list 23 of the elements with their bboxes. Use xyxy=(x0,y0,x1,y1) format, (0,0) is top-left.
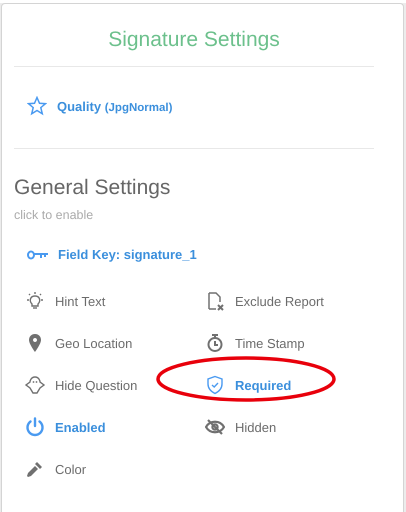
setting-toggle[interactable]: Time Stamp xyxy=(235,336,305,350)
star-icon xyxy=(27,96,47,116)
hint-text: click to enable xyxy=(14,208,94,222)
eyedropper-icon xyxy=(25,459,45,479)
ghost-icon xyxy=(25,375,45,395)
setting-toggle[interactable]: Exclude Report xyxy=(235,294,324,308)
setting-toggle[interactable]: Geo Location xyxy=(55,336,132,350)
quality-link[interactable]: Quality (JpgNormal) xyxy=(57,99,172,114)
power-icon xyxy=(25,417,45,437)
shield-check-icon xyxy=(205,375,225,395)
setting-toggle[interactable]: Enabled xyxy=(55,420,106,434)
lightbulb-icon xyxy=(25,291,45,311)
setting-toggle[interactable]: Required xyxy=(235,378,292,392)
stopwatch-icon xyxy=(205,333,225,353)
panel-title: Signature Settings xyxy=(107,27,281,53)
key-icon xyxy=(27,250,49,260)
setting-toggle[interactable]: Hidden xyxy=(235,420,276,434)
field-key-label: Field Key: signature_1 xyxy=(58,247,197,262)
setting-toggle[interactable]: Hide Question xyxy=(55,378,138,392)
setting-toggle[interactable]: Color xyxy=(55,462,86,476)
eye-slash-icon xyxy=(205,417,225,437)
setting-toggle[interactable]: Hint Text xyxy=(55,294,106,308)
section-heading: General Settings xyxy=(14,176,172,200)
